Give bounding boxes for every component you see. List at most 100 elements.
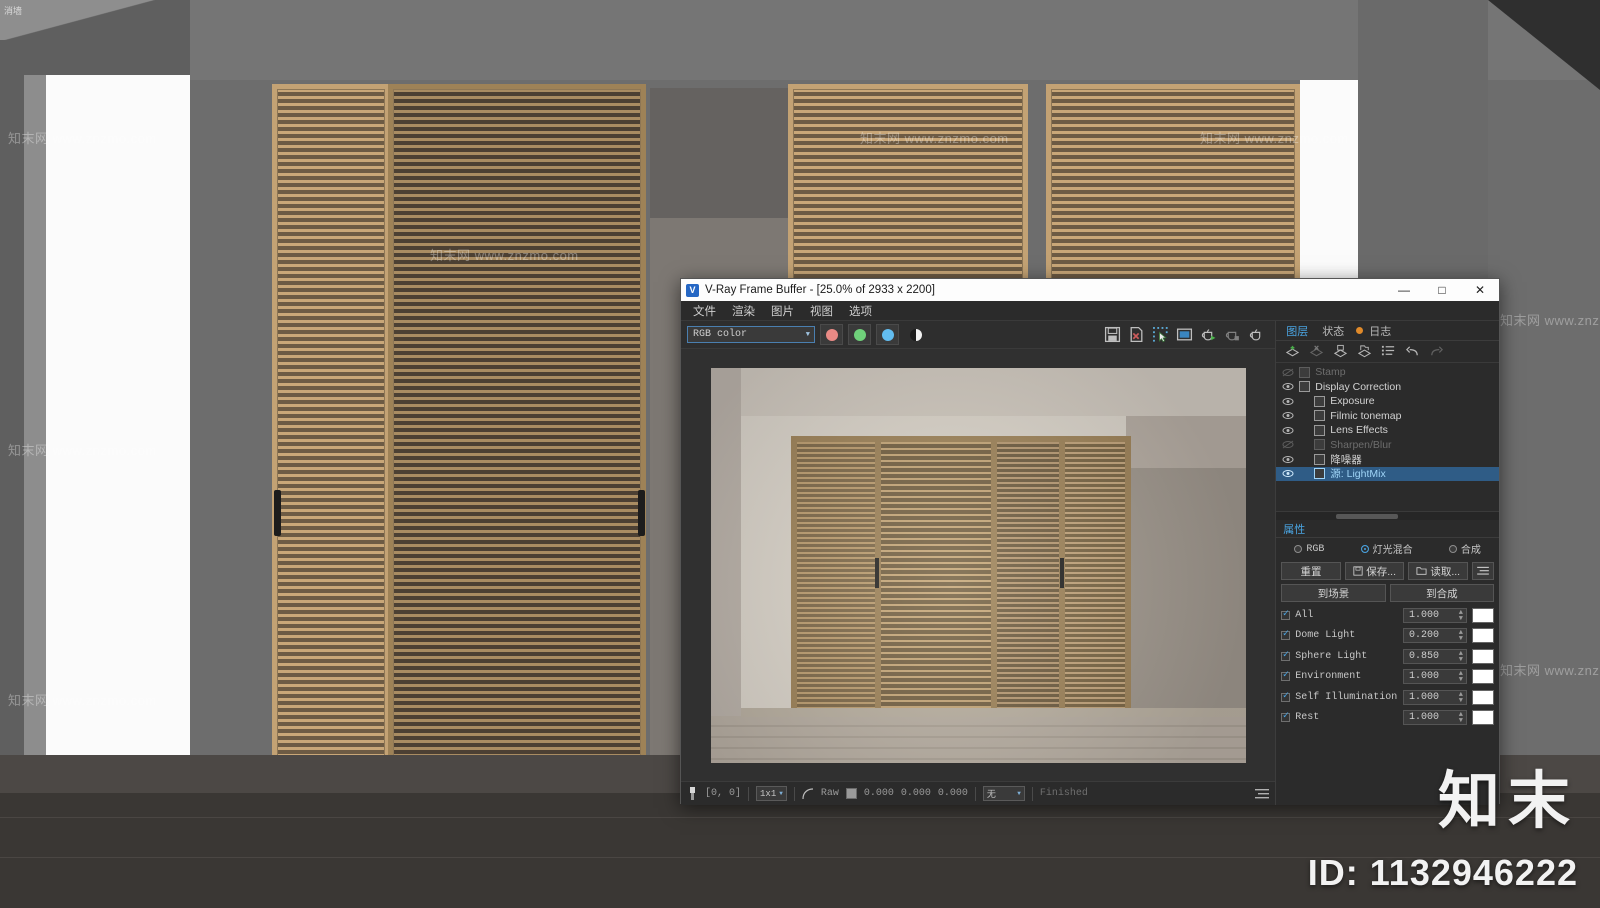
add-layer-icon[interactable] xyxy=(1285,344,1300,359)
radio-rgb[interactable]: RGB xyxy=(1294,544,1324,555)
intensity-input[interactable]: 1.000 ▲ ▼ xyxy=(1403,689,1467,705)
channel-color-swatch[interactable] xyxy=(1472,669,1494,684)
spinner-arrows[interactable]: ▲ ▼ xyxy=(1459,712,1463,725)
maximize-button[interactable]: □ xyxy=(1423,279,1461,301)
tab-status[interactable]: 状态 xyxy=(1320,323,1346,339)
lightmix-row-dome-light[interactable]: Dome Light 0.200 ▲▼ xyxy=(1281,628,1494,644)
channel-color-swatch[interactable] xyxy=(1472,607,1494,623)
to-scene-button[interactable]: 到场景 xyxy=(1281,584,1386,602)
load-button[interactable]: 读取... xyxy=(1408,562,1468,580)
layer-list-hscrollbar[interactable] xyxy=(1276,511,1499,520)
sample-size-select[interactable]: 1x1 ▼ xyxy=(756,786,787,801)
close-button[interactable]: ✕ xyxy=(1461,279,1499,301)
enable-checkbox[interactable] xyxy=(1281,690,1291,702)
visibility-on-icon[interactable] xyxy=(1282,411,1294,420)
lightmix-row-self-illumination[interactable]: Self Illumination 1.000 ▲▼ xyxy=(1281,689,1494,705)
red-channel-button[interactable] xyxy=(820,324,843,345)
spinner-arrows[interactable]: ▲ ▼ xyxy=(1459,609,1463,622)
spinner-arrows[interactable]: ▲ ▼ xyxy=(1459,630,1463,643)
visibility-off-icon[interactable] xyxy=(1282,368,1294,377)
intensity-input[interactable]: 0.200 ▲ ▼ xyxy=(1403,628,1467,643)
channel-color-swatch[interactable] xyxy=(1472,648,1494,664)
intensity-input[interactable]: 0.850 ▲ ▼ xyxy=(1403,648,1467,664)
reset-button[interactable]: 重置 xyxy=(1281,562,1341,580)
load-layers-icon[interactable] xyxy=(1357,344,1372,359)
remove-layer-icon[interactable] xyxy=(1309,344,1324,359)
radio-composite[interactable]: 合成 xyxy=(1448,541,1481,557)
menu-render[interactable]: 渲染 xyxy=(732,303,755,319)
save-vrimg-icon[interactable] xyxy=(1128,326,1145,343)
layer-row-lens-effects[interactable]: Lens Effects xyxy=(1276,423,1499,438)
window-titlebar[interactable]: V V-Ray Frame Buffer - [25.0% of 2933 x … xyxy=(681,279,1499,301)
tab-log[interactable]: 日志 xyxy=(1367,323,1393,339)
track-mouse-icon[interactable] xyxy=(1176,326,1193,343)
visibility-off-icon[interactable] xyxy=(1282,440,1294,449)
enable-checkbox[interactable] xyxy=(1281,710,1291,722)
layer-row-filmic-tonemap[interactable]: Filmic tonemap xyxy=(1276,409,1499,424)
intensity-input[interactable]: 1.000 ▲ ▼ xyxy=(1403,710,1467,725)
blue-channel-button[interactable] xyxy=(876,324,899,345)
abort-render-icon[interactable] xyxy=(1224,326,1241,343)
intensity-input[interactable]: 1.000 ▲ ▼ xyxy=(1403,669,1467,684)
toolbar-right-icons[interactable] xyxy=(1104,326,1269,343)
lightmix-action-row-2[interactable]: 到场景 到合成 xyxy=(1276,582,1499,604)
vfb-statusbar[interactable]: [0, 0] 1x1 ▼ Raw 0.000 0.000 0.000 无 ▼ F… xyxy=(681,781,1276,805)
lightmix-row-environment[interactable]: Environment 1.000 ▲▼ xyxy=(1281,669,1494,685)
menu-view[interactable]: 视图 xyxy=(810,303,833,319)
to-composite-button[interactable]: 到合成 xyxy=(1389,584,1495,602)
channel-select[interactable]: RGB color ▼ xyxy=(687,326,815,343)
lut-select[interactable]: 无 ▼ xyxy=(982,786,1025,801)
layer-row-lightmix[interactable]: 源: LightMix xyxy=(1276,466,1499,481)
render-last-icon[interactable] xyxy=(1200,326,1217,343)
save-button[interactable]: 保存... xyxy=(1344,562,1405,580)
menu-file[interactable]: 文件 xyxy=(693,303,716,319)
layer-row-denoiser[interactable]: 降噪器 xyxy=(1276,452,1499,467)
lightmix-action-row-1[interactable]: 重置 保存... 读取... xyxy=(1276,560,1499,582)
green-channel-button[interactable] xyxy=(848,324,871,345)
layer-row-display-correction[interactable]: Display Correction xyxy=(1276,380,1499,395)
layer-row-exposure[interactable]: Exposure xyxy=(1276,394,1499,409)
dock-tabs[interactable]: 图层 状态 日志 xyxy=(1276,321,1499,341)
menu-image[interactable]: 图片 xyxy=(771,303,794,319)
minimize-button[interactable]: — xyxy=(1385,279,1423,301)
layer-row-stamp[interactable]: Stamp xyxy=(1276,365,1499,380)
enable-checkbox[interactable] xyxy=(1281,628,1291,640)
channel-color-swatch[interactable] xyxy=(1472,710,1494,725)
lightmix-row-rest[interactable]: Rest 1.000 ▲▼ xyxy=(1281,710,1494,726)
visibility-on-icon[interactable] xyxy=(1282,397,1294,406)
spinner-arrows[interactable]: ▲ ▼ xyxy=(1459,650,1463,663)
visibility-on-icon[interactable] xyxy=(1282,469,1294,478)
channel-color-swatch[interactable] xyxy=(1472,628,1494,643)
channel-color-swatch[interactable] xyxy=(1472,689,1494,705)
lightmix-mode-radios[interactable]: RGB 灯光混合 合成 xyxy=(1276,538,1499,560)
lightmix-menu-button[interactable] xyxy=(1472,562,1494,580)
lightmix-row-all[interactable]: All 1.000 ▲▼ xyxy=(1281,607,1494,623)
region-render-icon[interactable] xyxy=(1152,326,1169,343)
intensity-input[interactable]: 1.000 ▲ ▼ xyxy=(1403,607,1467,623)
redo-icon[interactable] xyxy=(1429,344,1444,359)
layer-row-sharpen-blur[interactable]: Sharpen/Blur xyxy=(1276,438,1499,453)
lightmix-row-sphere-light[interactable]: Sphere Light 0.850 ▲▼ xyxy=(1281,648,1494,664)
layer-toolbar[interactable] xyxy=(1276,341,1499,363)
enable-checkbox[interactable] xyxy=(1281,669,1291,681)
save-layers-icon[interactable] xyxy=(1333,344,1348,359)
properties-tab[interactable]: 属性 xyxy=(1276,520,1499,538)
alpha-channel-button[interactable] xyxy=(904,324,927,345)
enable-checkbox[interactable] xyxy=(1281,608,1291,620)
visibility-on-icon[interactable] xyxy=(1282,382,1294,391)
vfb-toolbar[interactable]: RGB color ▼ xyxy=(681,321,1276,349)
layer-list[interactable]: Stamp Display Correction Exposure Filmic… xyxy=(1276,363,1499,511)
visibility-on-icon[interactable] xyxy=(1282,426,1294,435)
radio-lightmix[interactable]: 灯光混合 xyxy=(1360,541,1413,557)
render-icon[interactable] xyxy=(1248,326,1265,343)
tab-layers[interactable]: 图层 xyxy=(1284,323,1310,339)
lightmix-channel-list[interactable]: All 1.000 ▲▼ Dome Light 0.200 xyxy=(1276,604,1499,730)
statusbar-menu-icon[interactable] xyxy=(1255,788,1270,800)
render-viewport[interactable] xyxy=(681,349,1276,781)
spinner-arrows[interactable]: ▲ ▼ xyxy=(1459,671,1463,684)
scroll-thumb[interactable] xyxy=(1336,514,1399,519)
save-image-icon[interactable] xyxy=(1104,326,1121,343)
vray-frame-buffer-window[interactable]: V V-Ray Frame Buffer - [25.0% of 2933 x … xyxy=(680,278,1500,805)
menubar[interactable]: 文件 渲染 图片 视图 选项 xyxy=(681,301,1499,321)
visibility-on-icon[interactable] xyxy=(1282,455,1294,464)
